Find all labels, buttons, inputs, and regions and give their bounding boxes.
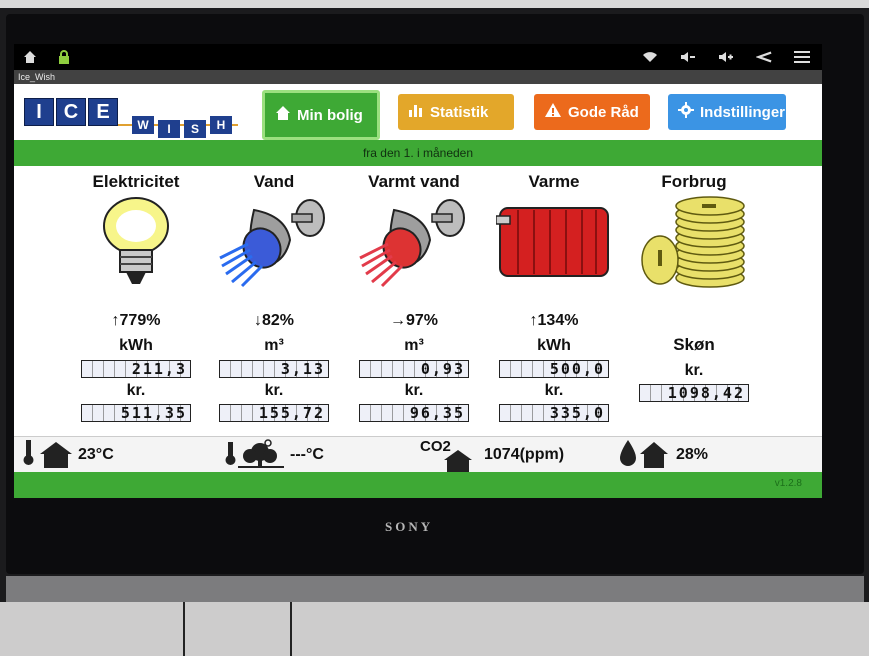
bottom-bar: v1.2.8 [14,472,822,498]
home-icon[interactable] [22,49,38,65]
outdoor-thermometer-icon [224,438,286,473]
tab-gode-raad[interactable]: Gode Råd [534,94,650,130]
meter-consumption[interactable]: Forbrug Skøn kr. 1098,42 [634,166,754,404]
tab-indstillinger[interactable]: Indstillinger [668,94,786,130]
lightbulb-icon [76,194,196,290]
humidity-level: 28% [616,437,708,473]
radiator-icon [494,194,614,290]
cost-counter: 155,72 [219,404,329,422]
co2-level: CO2 1074(ppm) [420,437,564,473]
tv-stand [6,576,864,602]
cable [183,602,185,656]
volume-up-icon[interactable] [718,49,734,65]
cost-counter: 511,35 [81,404,191,422]
outdoor-temperature: ---°C [224,437,324,473]
coins-icon [634,194,754,290]
bar-chart-icon [408,102,424,122]
android-status-bar [14,44,822,70]
wifi-icon [642,49,658,65]
tv-brand-logo: SONY [385,519,434,534]
home-icon [275,105,291,125]
menu-icon[interactable] [794,49,810,65]
cost-counter: 1098,42 [639,384,749,402]
tab-statistik[interactable]: Statistik [398,94,514,130]
wall [0,0,869,8]
meter-electricity[interactable]: Elektricitet ↑779% kWh 211,3 kr. 511,35 [76,166,196,424]
indoor-temperature: 23°C [22,437,114,473]
amount-counter: 500,0 [499,360,609,378]
floor [0,602,869,656]
cost-counter: 335,0 [499,404,609,422]
app-header: I C E W I S H Min bolig Statistik Gode R… [14,84,822,140]
volume-down-icon[interactable] [680,49,696,65]
meter-columns: Elektricitet ↑779% kWh 211,3 kr. 511,35 … [14,166,822,436]
tab-min-bolig[interactable]: Min bolig [262,90,380,140]
amount-counter: 211,3 [81,360,191,378]
hot-shower-icon [354,194,474,290]
co2-house-icon: CO2 [420,438,480,472]
version-label: v1.2.8 [774,478,802,489]
period-label: fra den 1. i måneden [14,140,822,166]
humidity-house-icon [616,438,672,473]
cost-counter: 96,35 [359,404,469,422]
cold-shower-icon [214,194,334,290]
warning-icon [544,102,562,122]
amount-counter: 3,13 [219,360,329,378]
app-title-bar: Ice_Wish [14,70,822,84]
cable [290,602,292,656]
meter-hot-water[interactable]: Varmt vand →97% m³ 0,93 kr. 96,35 [354,166,474,424]
meter-heating[interactable]: Varme ↑134% kWh 500,0 kr. 335,0 [494,166,614,424]
indoor-thermometer-icon [22,438,74,473]
back-icon[interactable] [756,49,772,65]
amount-counter: 0,93 [359,360,469,378]
ice-wish-logo: I C E W I S H [24,90,254,138]
climate-footer: 23°C ---°C CO2 1074(ppm) 28% [14,436,822,473]
gear-icon [678,102,694,122]
meter-water[interactable]: Vand ↓82% m³ 3,13 kr. 155,72 [214,166,334,424]
lock-icon [56,49,72,65]
app-screen: Ice_Wish I C E W I S H Min bolig Statist… [14,70,822,498]
